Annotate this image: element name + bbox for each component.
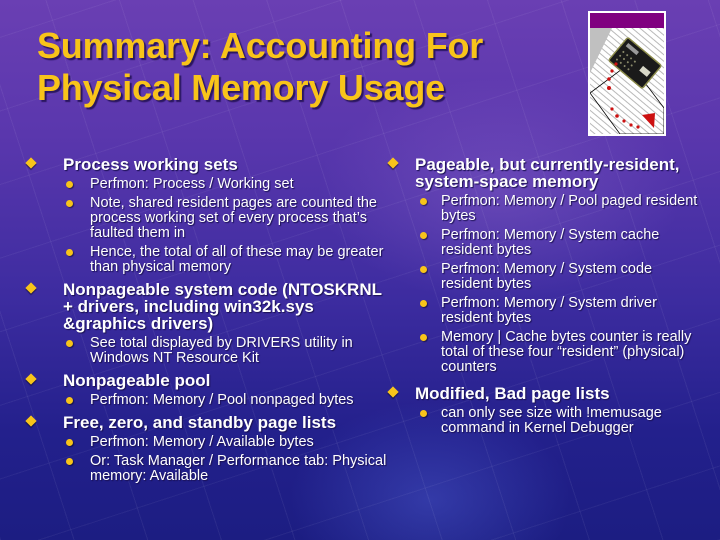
sub-bullet: can only see size with !memusage command… [387, 406, 707, 436]
bullet-pageable-resident: Pageable, but currently-resident, system… [387, 156, 707, 190]
sub-bullet: Note, shared resident pages are counted … [25, 196, 390, 241]
round-bullet-icon [66, 181, 73, 188]
diamond-bullet-icon [25, 415, 37, 427]
sub-bullet-text: Or: Task Manager / Performance tab: Phys… [90, 453, 387, 484]
sub-bullet-text: Perfmon: Memory / Available bytes [90, 434, 314, 450]
bullet-heading: Nonpageable system code (NTOSKRNL + driv… [63, 280, 382, 333]
round-bullet-icon [420, 232, 427, 239]
sub-bullet: Perfmon: Memory / Pool paged resident by… [387, 194, 707, 224]
round-bullet-icon [420, 266, 427, 273]
sub-bullet: Perfmon: Memory / System cache resident … [387, 228, 707, 258]
clipart-title-bar [590, 13, 664, 28]
round-bullet-icon [420, 198, 427, 205]
diamond-bullet-icon [25, 282, 37, 294]
sub-bullet: Perfmon: Memory / System driver resident… [387, 296, 707, 326]
sub-bullet: Hence, the total of all of these may be … [25, 245, 390, 275]
sub-bullet: See total displayed by DRIVERS utility i… [25, 336, 390, 366]
title-line-1: Summary: Accounting For [37, 25, 484, 66]
sub-bullet-text: See total displayed by DRIVERS utility i… [90, 335, 353, 366]
calculator-clipart [588, 11, 666, 136]
sub-bullet: Perfmon: Memory / System code resident b… [387, 262, 707, 292]
round-bullet-icon [420, 300, 427, 307]
sub-bullet-text: Perfmon: Memory / System cache resident … [441, 227, 660, 258]
bullet-heading: Nonpageable pool [63, 371, 211, 390]
sub-bullet: Memory | Cache bytes counter is really t… [387, 330, 707, 375]
sub-bullet-text: Perfmon: Memory / System driver resident… [441, 295, 657, 326]
round-bullet-icon [66, 249, 73, 256]
sub-bullet-text: Memory | Cache bytes counter is really t… [441, 329, 692, 375]
diamond-bullet-icon [387, 157, 399, 169]
round-bullet-icon [66, 397, 73, 404]
round-bullet-icon [66, 439, 73, 446]
diamond-bullet-icon [25, 373, 37, 385]
sub-bullet: Perfmon: Memory / Pool nonpaged bytes [25, 393, 390, 408]
sub-bullet-text: Perfmon: Memory / Pool paged resident by… [441, 193, 698, 224]
sub-bullet: Perfmon: Memory / Available bytes [25, 435, 390, 450]
sub-bullet: Or: Task Manager / Performance tab: Phys… [25, 454, 390, 484]
sub-bullet-text: Hence, the total of all of these may be … [90, 244, 384, 275]
bullet-nonpageable-pool: Nonpageable pool [25, 372, 390, 389]
diamond-bullet-icon [387, 386, 399, 398]
bullet-heading: Process working sets [63, 155, 238, 174]
bullet-nonpageable-system-code: Nonpageable system code (NTOSKRNL + driv… [25, 281, 390, 332]
sub-bullet: Perfmon: Process / Working set [25, 177, 390, 192]
bullet-heading: Modified, Bad page lists [415, 384, 610, 403]
sub-bullet-text: Perfmon: Process / Working set [90, 176, 294, 192]
right-column: Pageable, but currently-resident, system… [387, 150, 707, 436]
round-bullet-icon [420, 334, 427, 341]
sub-bullet-text: Perfmon: Memory / Pool nonpaged bytes [90, 392, 354, 408]
diamond-bullet-icon [25, 157, 37, 169]
sub-bullet-text: Note, shared resident pages are counted … [90, 195, 377, 241]
round-bullet-icon [66, 340, 73, 347]
sub-bullet-text: can only see size with !memusage command… [441, 405, 662, 436]
bullet-heading: Free, zero, and standby page lists [63, 413, 337, 432]
round-bullet-icon [420, 410, 427, 417]
sub-bullet-text: Perfmon: Memory / System code resident b… [441, 261, 653, 292]
round-bullet-icon [66, 458, 73, 465]
bullet-free-zero-standby: Free, zero, and standby page lists [25, 414, 390, 431]
bullet-heading: Pageable, but currently-resident, system… [415, 155, 680, 191]
left-column: Process working sets Perfmon: Process / … [25, 150, 390, 484]
bullet-modified-bad-lists: Modified, Bad page lists [387, 385, 707, 402]
slide-title: Summary: Accounting For Physical Memory … [37, 25, 483, 109]
bullet-process-working-sets: Process working sets [25, 156, 390, 173]
calculator-icon [589, 13, 665, 135]
round-bullet-icon [66, 200, 73, 207]
title-line-2: Physical Memory Usage [37, 67, 445, 108]
